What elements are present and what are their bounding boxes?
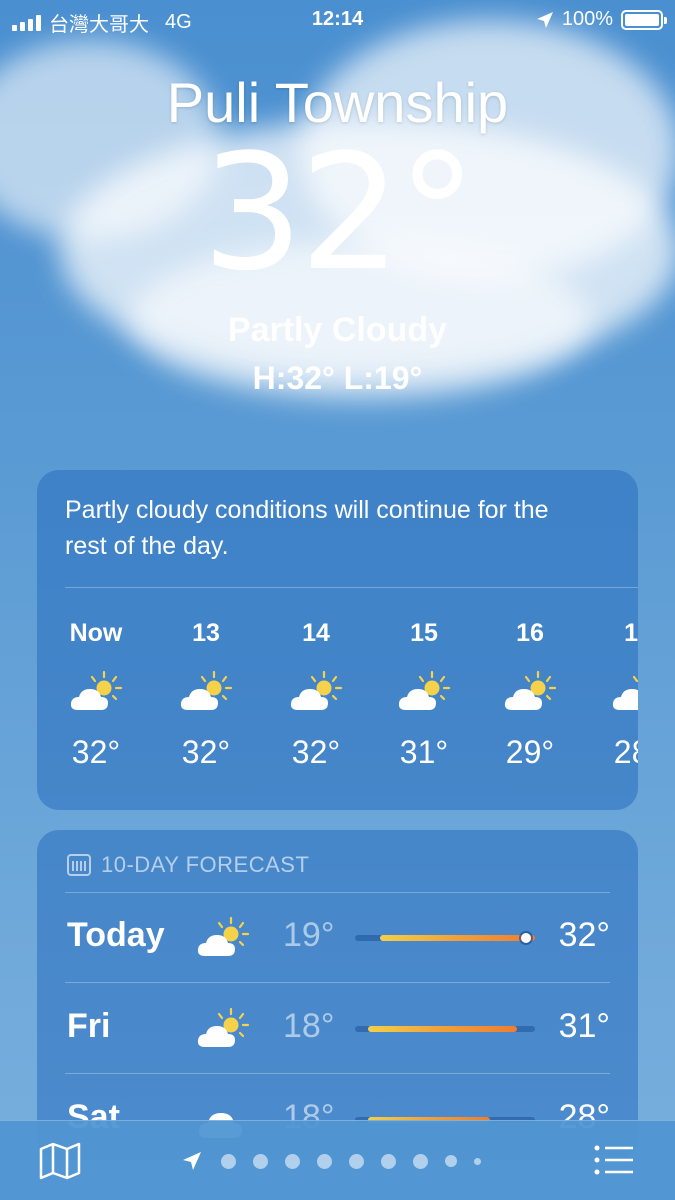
weather-condition: Partly Cloudy xyxy=(227,311,448,349)
hour-temperature: 31° xyxy=(399,734,449,770)
current-temp-marker xyxy=(521,933,531,943)
forecast-high: 32° xyxy=(558,916,610,954)
hourly-item: 14 32° xyxy=(266,615,366,771)
hourly-scroller[interactable]: Now 32° 13 32° 14 32° 15 31° 16 29° 17 28° xyxy=(37,615,638,795)
hour-temperature: 28° xyxy=(613,734,638,770)
page-indicator[interactable] xyxy=(180,1149,481,1173)
temperature-range-fill xyxy=(368,1026,517,1032)
page-dot[interactable] xyxy=(413,1153,428,1169)
location-arrow-icon[interactable] xyxy=(180,1149,204,1173)
hour-label: 16 xyxy=(516,619,544,647)
location-services-icon xyxy=(536,11,553,28)
hourly-item: 17 28° xyxy=(588,615,638,771)
page-dot[interactable] xyxy=(253,1153,268,1169)
hour-label: 15 xyxy=(410,619,438,647)
map-icon[interactable] xyxy=(38,1141,82,1181)
battery-percent: 100% xyxy=(561,8,613,30)
ten-day-forecast-card[interactable]: 10-DAY FORECAST Today 19° 32° Fri 18° 31° Sat 1… xyxy=(37,830,638,1160)
forecast-heading: 10-DAY FORECAST xyxy=(101,852,310,877)
page-dot[interactable] xyxy=(474,1157,481,1165)
hourly-forecast-card[interactable]: Partly cloudy conditions will continue f… xyxy=(37,470,638,810)
hourly-item: 16 29° xyxy=(480,615,580,771)
current-weather: Puli Township 32° Partly Cloudy H:32° L:… xyxy=(0,70,675,397)
temperature-range-bar xyxy=(355,1026,535,1032)
partly-cloudy-day-icon xyxy=(398,670,451,710)
partly-cloudy-day-icon xyxy=(70,670,123,710)
forecast-day-row[interactable]: Today 19° 32° xyxy=(37,892,638,983)
page-dot[interactable] xyxy=(221,1153,236,1169)
page-dot[interactable] xyxy=(381,1153,396,1169)
page-dot[interactable] xyxy=(445,1155,457,1167)
page-dot[interactable] xyxy=(317,1153,332,1169)
hour-label: 13 xyxy=(192,619,220,647)
hour-label: 14 xyxy=(302,619,330,647)
hour-temperature: 29° xyxy=(505,734,555,770)
weather-summary: Partly cloudy conditions will continue f… xyxy=(65,496,549,560)
forecast-day-name: Today xyxy=(67,916,165,954)
forecast-day-row[interactable]: Fri 18° 31° xyxy=(37,983,638,1074)
battery-icon xyxy=(621,9,667,30)
hour-temperature: 32° xyxy=(181,734,231,770)
status-right: 100% xyxy=(536,8,667,31)
hourly-item: 13 32° xyxy=(156,615,256,771)
hour-label: Now xyxy=(69,619,123,647)
hour-temperature: 32° xyxy=(291,734,341,770)
temperature-range-bar xyxy=(355,933,535,943)
current-temperature: 32° xyxy=(201,119,478,306)
forecast-low: 18° xyxy=(283,1007,335,1045)
card-divider xyxy=(65,587,638,588)
page-dot[interactable] xyxy=(349,1153,364,1169)
temperature-range-fill xyxy=(380,935,535,941)
list-icon[interactable] xyxy=(593,1143,635,1177)
high-low-temperature: H:32° L:19° xyxy=(252,360,423,396)
partly-cloudy-day-icon xyxy=(504,670,557,710)
partly-cloudy-day-icon xyxy=(197,1007,250,1047)
page-dot[interactable] xyxy=(285,1153,300,1169)
hourly-item: 15 31° xyxy=(374,615,474,771)
status-bar: 台灣大哥大 4G 12:14 100% xyxy=(0,0,675,40)
calendar-icon xyxy=(67,854,91,876)
partly-cloudy-day-icon xyxy=(612,675,638,710)
forecast-day-name: Fri xyxy=(67,1007,111,1045)
hour-temperature: 32° xyxy=(71,734,121,770)
forecast-low: 19° xyxy=(283,916,335,954)
hourly-item: Now 32° xyxy=(46,615,146,771)
partly-cloudy-day-icon xyxy=(290,670,343,710)
bottom-toolbar xyxy=(0,1120,675,1200)
hour-label: 17 xyxy=(624,619,638,647)
partly-cloudy-day-icon xyxy=(197,916,250,956)
forecast-high: 31° xyxy=(558,1007,610,1045)
forecast-header: 10-DAY FORECAST xyxy=(67,852,309,878)
partly-cloudy-day-icon xyxy=(180,670,233,710)
